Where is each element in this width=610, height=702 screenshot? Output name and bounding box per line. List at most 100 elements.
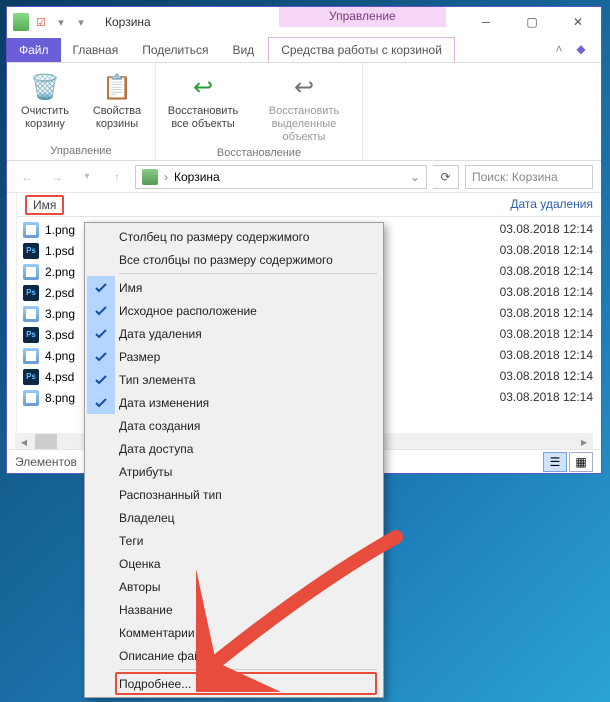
nav-pane-edge[interactable]	[7, 193, 17, 451]
ctx-item-label: Дата удаления	[119, 327, 202, 341]
ctx-column-toggle[interactable]: Исходное расположение	[87, 299, 381, 322]
checkbox-icon[interactable]: ☑	[33, 14, 49, 30]
date-cell: 03.08.2018 12:14	[500, 282, 593, 303]
date-cell: 03.08.2018 12:14	[500, 240, 593, 261]
check-icon	[87, 598, 115, 621]
status-text: Элементов	[15, 455, 77, 469]
nav-up-button[interactable]: ↑	[105, 165, 129, 189]
date-cell: 03.08.2018 12:14	[500, 345, 593, 366]
ctx-column-toggle[interactable]: Имя	[87, 276, 381, 299]
psd-file-icon: Ps	[23, 285, 39, 301]
ctx-column-toggle[interactable]: Авторы	[87, 575, 381, 598]
search-input[interactable]: Поиск: Корзина	[465, 165, 593, 189]
empty-recycle-button[interactable]: 🗑️ Очистить корзину	[15, 67, 75, 142]
ctx-column-toggle[interactable]: Комментарии	[87, 621, 381, 644]
file-name: 3.psd	[45, 328, 74, 342]
check-icon	[87, 437, 115, 460]
nav-back-button[interactable]: ←	[15, 165, 39, 189]
address-chevron-icon[interactable]: ›	[164, 170, 168, 184]
ctx-column-toggle[interactable]: Владелец	[87, 506, 381, 529]
collapse-ribbon-icon[interactable]: ˄	[547, 37, 571, 61]
restore-all-icon: ↩	[187, 71, 219, 103]
date-cell: 03.08.2018 12:14	[500, 303, 593, 324]
ctx-item-label: Авторы	[119, 580, 160, 594]
overflow-icon[interactable]: ▾	[73, 14, 89, 30]
ctx-item-label: Имя	[119, 281, 142, 295]
file-name: 4.psd	[45, 370, 74, 384]
ctx-column-toggle[interactable]: Дата изменения	[87, 391, 381, 414]
file-name: 2.psd	[45, 286, 74, 300]
tab-home[interactable]: Главная	[61, 38, 131, 62]
check-icon	[87, 621, 115, 644]
column-context-menu: Столбец по размеру содержимого Все столб…	[84, 222, 384, 698]
ctx-column-toggle[interactable]: Оценка	[87, 552, 381, 575]
ctx-size-all-columns[interactable]: Все столбцы по размеру содержимого	[87, 248, 381, 271]
ctx-size-column[interactable]: Столбец по размеру содержимого	[87, 225, 381, 248]
address-segment[interactable]: Корзина	[174, 170, 220, 184]
address-bar[interactable]: › Корзина ⌄	[135, 165, 427, 189]
file-name: 1.psd	[45, 244, 74, 258]
ctx-column-toggle[interactable]: Дата доступа	[87, 437, 381, 460]
date-cell: 03.08.2018 12:14	[500, 261, 593, 282]
refresh-button[interactable]: ⟳	[433, 165, 459, 189]
file-name: 4.png	[45, 349, 75, 363]
title-bar[interactable]: ☑ ▾ ▾ Корзина Управление ─ ▢ ✕	[7, 7, 601, 37]
address-bar-row: ← → ▾ ↑ › Корзина ⌄ ⟳ Поиск: Корзина	[7, 161, 601, 193]
ctx-item-label: Тип элемента	[119, 373, 195, 387]
png-file-icon	[23, 348, 39, 364]
tab-share[interactable]: Поделиться	[130, 38, 220, 62]
view-icons-button[interactable]: ▦	[569, 452, 593, 472]
ctx-item-label: Размер	[119, 350, 160, 364]
dates-column: 03.08.2018 12:1403.08.2018 12:1403.08.20…	[500, 219, 593, 408]
close-button[interactable]: ✕	[555, 7, 601, 37]
ctx-column-toggle[interactable]: Дата удаления	[87, 322, 381, 345]
minimize-button[interactable]: ─	[463, 7, 509, 37]
ctx-item-label: Владелец	[119, 511, 175, 525]
view-details-button[interactable]: ☰	[543, 452, 567, 472]
group-restore-title: Восстановление	[217, 144, 301, 162]
highlight-box	[115, 672, 377, 695]
check-icon	[87, 322, 115, 345]
ctx-column-toggle[interactable]: Распознанный тип	[87, 483, 381, 506]
ctx-item-label: Оценка	[119, 557, 161, 571]
separator	[119, 273, 377, 274]
check-icon	[87, 345, 115, 368]
separator	[119, 669, 377, 670]
tab-view[interactable]: Вид	[220, 38, 266, 62]
ctx-column-toggle[interactable]: Размер	[87, 345, 381, 368]
nav-forward-button[interactable]: →	[45, 165, 69, 189]
restore-selected-button[interactable]: ↩ Восстановить выделенные объекты	[254, 67, 354, 144]
tab-recycle-tools[interactable]: Средства работы с корзиной	[268, 37, 455, 62]
column-deleted-header[interactable]: Дата удаления	[510, 197, 593, 211]
window-title: Корзина	[105, 15, 151, 29]
column-name-header[interactable]: Имя	[17, 195, 85, 215]
tab-file[interactable]: Файл	[7, 38, 61, 62]
ctx-column-toggle[interactable]: Теги	[87, 529, 381, 552]
nav-history-dropdown[interactable]: ▾	[75, 165, 99, 189]
ribbon: 🗑️ Очистить корзину 📋 Свойства корзины У…	[7, 63, 601, 161]
png-file-icon	[23, 306, 39, 322]
date-cell: 03.08.2018 12:14	[500, 366, 593, 387]
check-icon	[87, 483, 115, 506]
dropdown-icon[interactable]: ▾	[53, 14, 69, 30]
quick-access-toolbar: ☑ ▾ ▾	[7, 14, 95, 30]
address-dropdown-icon[interactable]: ⌄	[410, 170, 420, 184]
ctx-column-toggle[interactable]: Описание файла	[87, 644, 381, 667]
ctx-column-toggle[interactable]: Название	[87, 598, 381, 621]
psd-file-icon: Ps	[23, 243, 39, 259]
help-icon[interactable]: ◆	[569, 37, 593, 61]
recycle-properties-button[interactable]: 📋 Свойства корзины	[87, 67, 147, 142]
check-icon	[87, 368, 115, 391]
file-name: 2.png	[45, 265, 75, 279]
scroll-thumb[interactable]	[35, 434, 57, 450]
check-icon	[87, 529, 115, 552]
maximize-button[interactable]: ▢	[509, 7, 555, 37]
ctx-column-toggle[interactable]: Тип элемента	[87, 368, 381, 391]
ctx-column-toggle[interactable]: Атрибуты	[87, 460, 381, 483]
date-cell: 03.08.2018 12:14	[500, 219, 593, 240]
ctx-item-label: Дата создания	[119, 419, 200, 433]
restore-all-button[interactable]: ↩ Восстановить все объекты	[164, 67, 242, 144]
ctx-more[interactable]: Подробнее...	[87, 672, 381, 695]
ctx-column-toggle[interactable]: Дата создания	[87, 414, 381, 437]
check-icon	[87, 644, 115, 667]
